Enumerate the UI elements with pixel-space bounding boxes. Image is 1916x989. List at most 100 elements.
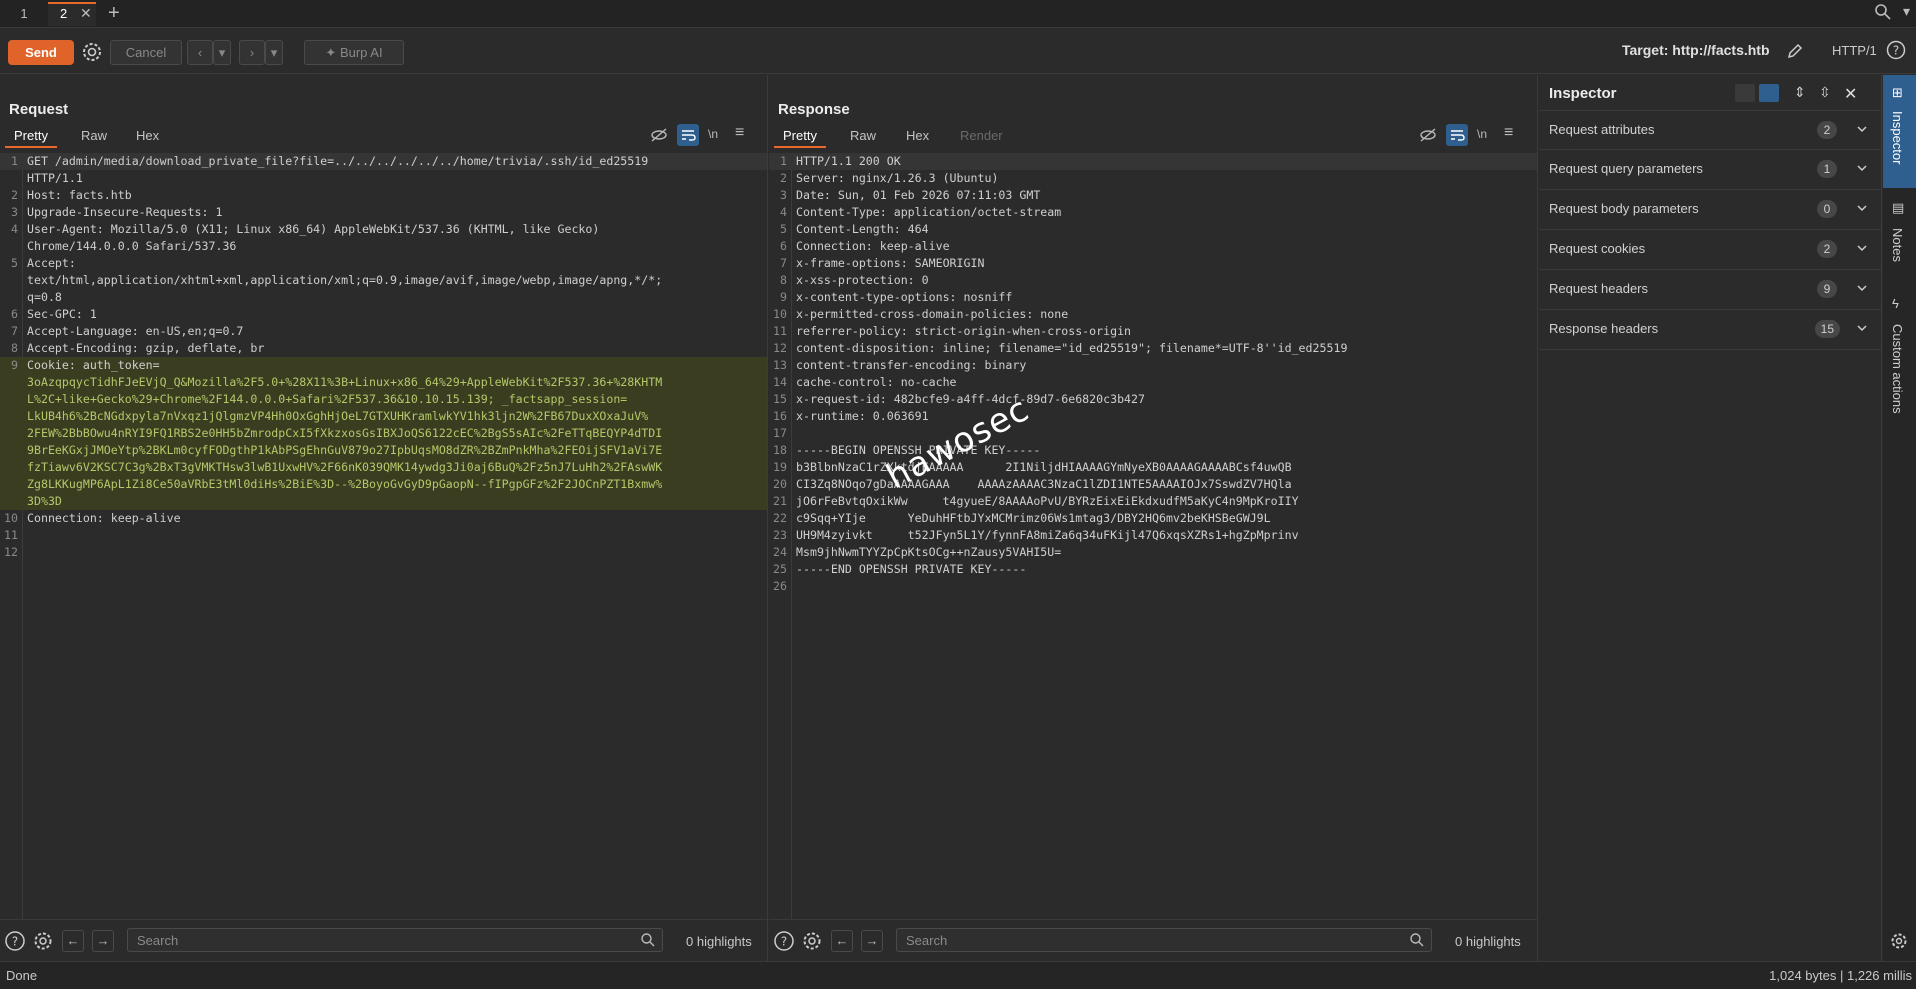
inspector-section-count: 2 xyxy=(1817,240,1837,258)
tab-2[interactable]: 2 ✕ xyxy=(48,2,96,26)
rail-notes[interactable]: ▤ Notes xyxy=(1883,188,1916,288)
inspector-section[interactable]: Request body parameters 0 xyxy=(1539,190,1882,230)
eye-off-icon[interactable] xyxy=(648,124,670,146)
inspector-section[interactable]: Request cookies 2 xyxy=(1539,230,1882,270)
line-number: 3 xyxy=(780,188,787,202)
newline-toggle-icon[interactable]: \n xyxy=(1477,124,1499,146)
inspector-section-count: 15 xyxy=(1814,320,1840,338)
editor-line: 21 jO6rFeBvtqOxikWw t4gyueE/8AAAAoPvU/BYR… xyxy=(769,493,1537,510)
request-search-input[interactable]: Search xyxy=(127,928,663,952)
editor-line: 26 xyxy=(769,578,1537,595)
request-title: Request xyxy=(9,101,69,118)
chevron-down-icon[interactable] xyxy=(1856,162,1868,177)
chevron-down-icon[interactable] xyxy=(1856,322,1868,337)
line-text: Connection: keep-alive xyxy=(796,239,950,253)
line-number: 16 xyxy=(773,409,787,423)
line-number: 1 xyxy=(11,154,18,168)
inspector-section[interactable]: Response headers 15 xyxy=(1539,310,1882,350)
editor-line: 24 Msm9jhNwmTYYZpCpKtsOCg++nZausy5VAHI5U= xyxy=(769,544,1537,561)
forward-history-chevron-icon[interactable]: ▾ xyxy=(265,40,283,65)
gear-icon[interactable] xyxy=(801,930,823,952)
request-tab-hex[interactable]: Hex xyxy=(136,128,159,143)
word-wrap-icon[interactable] xyxy=(677,124,699,146)
line-text: GET /admin/media/download_private_file?f… xyxy=(27,154,649,168)
close-tab-icon[interactable]: ✕ xyxy=(80,5,92,22)
response-editor[interactable]: 1 HTTP/1.1 200 OK 2 Server: nginx/1.26.3 (U… xyxy=(769,153,1537,919)
line-text: content-transfer-encoding: binary xyxy=(796,358,1027,372)
newline-toggle-icon[interactable]: \n xyxy=(708,124,730,146)
gear-icon[interactable] xyxy=(1889,931,1909,954)
line-text: cache-control: no-cache xyxy=(796,375,957,389)
request-editor[interactable]: 1 GET /admin/media/download_private_file?… xyxy=(0,153,767,919)
inspector-section[interactable]: Request attributes 2 xyxy=(1539,110,1882,150)
expand-all-icon[interactable]: ⇕ xyxy=(1794,84,1814,102)
chevron-down-icon[interactable] xyxy=(1856,202,1868,217)
back-history-chevron-icon[interactable]: ▾ xyxy=(213,40,231,65)
chevron-down-icon[interactable] xyxy=(1856,282,1868,297)
http-version[interactable]: HTTP/1 xyxy=(1832,43,1877,58)
burp-ai-button[interactable]: ✦ Burp AI xyxy=(304,40,404,65)
inspector-section[interactable]: Request headers 9 xyxy=(1539,270,1882,310)
response-tab-hex[interactable]: Hex xyxy=(906,128,929,143)
forward-arrow-icon[interactable]: › xyxy=(239,40,265,65)
add-tab-icon[interactable]: + xyxy=(108,2,120,25)
cancel-button[interactable]: Cancel xyxy=(110,40,182,65)
line-number: 15 xyxy=(773,392,787,406)
back-arrow-icon[interactable]: ‹ xyxy=(187,40,213,65)
help-icon[interactable]: ? xyxy=(773,930,795,952)
tab-1[interactable]: 1 xyxy=(0,2,48,26)
help-icon[interactable]: ? xyxy=(1886,40,1906,63)
line-text: Content-Type: application/octet-stream xyxy=(796,205,1062,219)
response-title: Response xyxy=(778,101,850,118)
gear-icon[interactable] xyxy=(32,930,54,952)
inspector-section[interactable]: Request query parameters 1 xyxy=(1539,150,1882,190)
menu-icon[interactable]: ≡ xyxy=(735,124,757,146)
previous-match-icon[interactable]: ← xyxy=(62,930,84,952)
request-tab-pretty[interactable]: Pretty xyxy=(5,128,57,148)
editor-line: 3oAzqpqycTidhFJeEVjQ_Q&Mozilla%2F5.0+%28… xyxy=(0,374,767,391)
line-number: 8 xyxy=(780,273,787,287)
eye-off-icon[interactable] xyxy=(1417,124,1439,146)
chevron-down-icon[interactable] xyxy=(1856,242,1868,257)
send-button[interactable]: Send xyxy=(8,40,74,65)
response-tab-raw[interactable]: Raw xyxy=(850,128,876,143)
gear-icon[interactable] xyxy=(80,40,104,64)
previous-match-icon[interactable]: ← xyxy=(831,930,853,952)
editor-line: 17 xyxy=(769,425,1537,442)
line-text: LkUB4h6%2BcNGdxpyla7nVxqz1jQlgmzVP4Hh0Ox… xyxy=(27,409,649,423)
request-search-bar: ? ← → Search 0 highlights xyxy=(0,919,767,961)
editor-line: 16 x-runtime: 0.063691 xyxy=(769,408,1537,425)
rail-inspector[interactable]: ⊞ Inspector xyxy=(1883,75,1916,188)
request-tab-raw[interactable]: Raw xyxy=(81,128,107,143)
line-text: b3BlbnNzaC1rZXktdjEAAAAA 2I1NiljdHIAAAAG… xyxy=(796,460,1292,474)
response-search-input[interactable]: Search xyxy=(896,928,1432,952)
line-text: 3oAzqpqycTidhFJeEVjQ_Q&Mozilla%2F5.0+%28… xyxy=(27,375,663,389)
response-tab-pretty[interactable]: Pretty xyxy=(774,128,826,148)
response-tab-render[interactable]: Render xyxy=(960,128,1003,143)
collapse-all-icon[interactable]: ⇳ xyxy=(1819,84,1839,102)
close-icon[interactable]: ✕ xyxy=(1844,84,1864,103)
layout-panel-icon[interactable] xyxy=(1759,84,1779,102)
line-number: 22 xyxy=(773,511,787,525)
line-number: 13 xyxy=(773,358,787,372)
chevron-down-icon[interactable]: ▾ xyxy=(1903,3,1910,20)
rail-custom-actions[interactable]: ϟ Custom actions xyxy=(1883,288,1916,438)
menu-icon[interactable]: ≡ xyxy=(1504,124,1526,146)
inspector-section-label: Request headers xyxy=(1549,281,1649,296)
search-icon[interactable] xyxy=(1874,3,1892,24)
next-match-icon[interactable]: → xyxy=(861,930,883,952)
pencil-icon[interactable] xyxy=(1785,41,1805,64)
chevron-down-icon[interactable] xyxy=(1856,123,1868,138)
inspector-icon: ⊞ xyxy=(1892,85,1903,100)
next-match-icon[interactable]: → xyxy=(92,930,114,952)
layout-list-icon[interactable] xyxy=(1735,84,1755,102)
response-pane: Response Pretty Raw Hex Render \n ≡ 1 HTT… xyxy=(769,75,1538,961)
line-text: UH9M4zyivkt t52JFyn5L1Y/fynnFA8miZa6q34u… xyxy=(796,528,1299,542)
line-number: 18 xyxy=(773,443,787,457)
help-icon[interactable]: ? xyxy=(4,930,26,952)
line-number: 11 xyxy=(773,324,787,338)
word-wrap-icon[interactable] xyxy=(1446,124,1468,146)
line-number: 12 xyxy=(4,545,18,559)
editor-line: 14 cache-control: no-cache xyxy=(769,374,1537,391)
line-text: HTTP/1.1 200 OK xyxy=(796,154,901,168)
